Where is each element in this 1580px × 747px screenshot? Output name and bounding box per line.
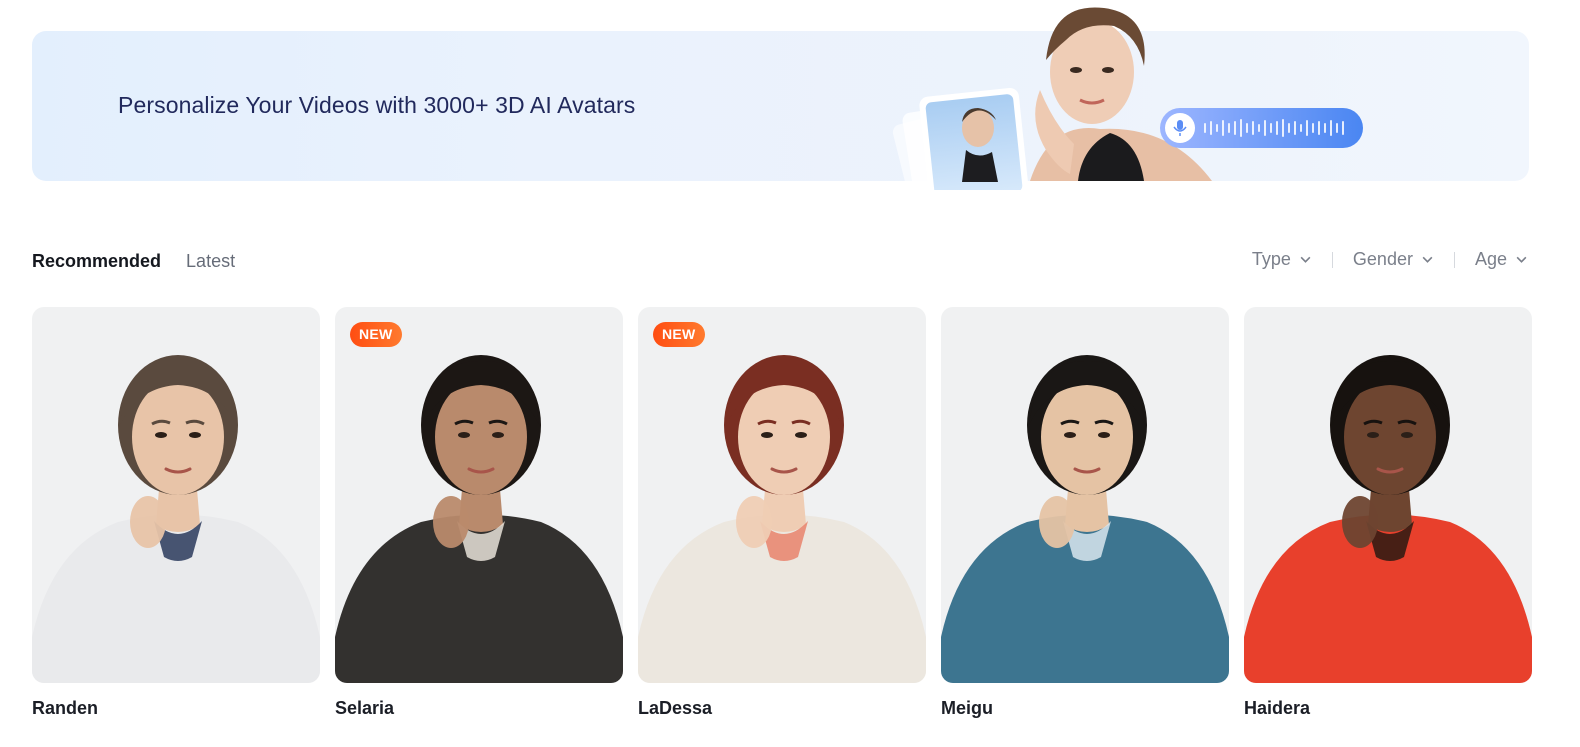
avatar-name: Meigu — [941, 698, 993, 718]
type-filter-dropdown[interactable]: Type — [1252, 249, 1312, 270]
banner-avatar-illustration — [892, 7, 1363, 190]
avatar-name: LaDessa — [638, 698, 713, 718]
new-badge: NEW — [653, 322, 705, 347]
avatar-card[interactable]: Meigu — [941, 307, 1229, 719]
avatar-name: Selaria — [335, 698, 395, 718]
gender-filter-dropdown[interactable]: Gender — [1353, 249, 1434, 270]
avatar-thumbnail[interactable]: NEW — [335, 307, 623, 683]
avatar-thumbnail[interactable] — [1244, 307, 1532, 683]
avatar-portrait — [941, 355, 1229, 683]
new-badge: NEW — [350, 322, 402, 347]
avatar-portrait — [335, 355, 623, 683]
sort-tabs: Recommended Latest — [32, 251, 235, 272]
avatar-grid: Randen NEW Selaria NEW LaDessa Meigu Hai… — [32, 307, 1532, 719]
avatar-card[interactable]: Randen — [32, 307, 320, 719]
avatar-portrait — [638, 355, 926, 683]
avatar-thumbnail[interactable] — [941, 307, 1229, 683]
avatar-name: Randen — [32, 698, 99, 718]
avatar-thumbnail[interactable]: NEW — [638, 307, 926, 683]
avatar-name: Haidera — [1244, 698, 1311, 718]
avatar-card[interactable]: NEW LaDessa — [638, 307, 926, 719]
age-filter-label: Age — [1474, 249, 1507, 269]
avatar-thumbnail[interactable] — [32, 307, 320, 683]
type-filter-label: Type — [1251, 249, 1291, 269]
avatar-card[interactable]: NEW Selaria — [335, 307, 623, 719]
avatar-portrait — [1244, 355, 1532, 683]
tab-recommended[interactable]: Recommended — [32, 251, 161, 272]
gender-filter-label: Gender — [1352, 249, 1413, 269]
avatar-portrait — [32, 355, 320, 683]
tab-latest[interactable]: Latest — [186, 251, 235, 272]
chevron-down-icon — [1516, 256, 1527, 263]
filter-divider — [1331, 251, 1333, 268]
chevron-down-icon — [1300, 256, 1311, 263]
chevron-down-icon — [1422, 256, 1433, 263]
filter-bar: Type Gender Age — [1252, 249, 1528, 270]
filter-divider — [1453, 251, 1455, 268]
age-filter-dropdown[interactable]: Age — [1475, 249, 1528, 270]
avatar-card[interactable]: Haidera — [1244, 307, 1532, 719]
